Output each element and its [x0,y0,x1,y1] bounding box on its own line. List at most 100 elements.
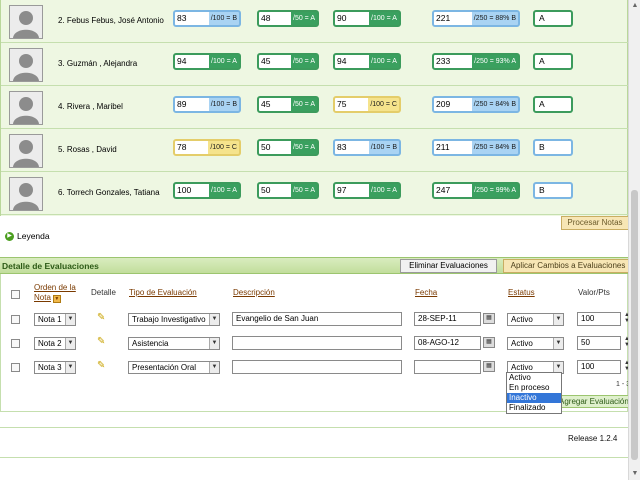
edit-pencil-icon[interactable]: ✎ [97,312,105,323]
grade-input[interactable]: 97 [335,184,369,197]
grade-input[interactable]: 75 [335,98,369,111]
tipo-select[interactable]: Asistencia ▼ [128,337,220,350]
chevron-down-icon[interactable]: ▼ [209,362,219,373]
leyenda-toggle[interactable]: ▶ Leyenda [5,231,50,241]
grade-input[interactable]: 211 [434,141,472,154]
grade-result: /250 = 84% B [473,101,516,108]
calendar-icon[interactable]: ▦ [483,313,495,324]
scroll-up-icon[interactable]: ▲ [629,0,640,12]
student-avatar [9,177,43,211]
grade-input[interactable]: 221 [434,12,472,25]
scrollbar-thumb[interactable] [631,190,638,460]
grade-result: /100 = C [370,101,397,108]
estatus-select[interactable]: Activo ▼ [507,337,564,350]
calendar-icon[interactable]: ▦ [483,361,495,372]
header-tipo[interactable]: Tipo de Evaluación [129,288,197,297]
grade-box: 48/50 = A [257,10,319,27]
header-fecha[interactable]: Fecha [415,288,437,297]
nota-select[interactable]: Nota 3 ▼ [34,361,76,374]
edit-pencil-icon[interactable]: ✎ [97,336,105,347]
estatus-option[interactable]: En proceso [507,383,561,393]
grade-input[interactable]: 48 [259,12,291,25]
descripcion-input[interactable]: Evangelio de San Juan [232,312,402,326]
grade-input[interactable]: 247 [434,184,473,197]
student-avatar [9,91,43,125]
detalle-header: Detalle de Evaluaciones Eliminar Evaluac… [0,257,640,274]
grade-input[interactable]: 45 [259,98,291,111]
header-estatus[interactable]: Estatus [508,288,535,297]
eliminar-evaluaciones-button[interactable]: Eliminar Evaluaciones [400,259,497,273]
final-letter-input[interactable]: B [533,182,573,199]
row-checkbox[interactable] [11,315,20,324]
nota-select[interactable]: Nota 2 ▼ [34,337,76,350]
grade-box: 83/100 = B [173,10,241,27]
grade-box: 45/50 = A [257,96,319,113]
grade-input[interactable]: 50 [259,184,291,197]
release-version: Release 1.2.4 [568,434,618,443]
estatus-option[interactable]: Finalizado [507,403,561,413]
header-valor: Valor/Pts [578,288,610,297]
valor-input[interactable]: 100 [577,360,621,374]
chevron-down-icon[interactable]: ▼ [65,362,75,373]
chevron-down-icon[interactable]: ▼ [553,314,563,325]
descripcion-input[interactable] [232,360,402,374]
grade-box: 233/250 = 93% A [432,53,520,70]
agregar-evaluacion-button[interactable]: Agregar Evaluación [558,395,630,408]
grade-input[interactable]: 90 [335,12,369,25]
row-checkbox[interactable] [11,339,20,348]
chevron-down-icon[interactable]: ▼ [209,314,219,325]
fecha-input[interactable]: 28-SEP-11 [414,312,481,326]
final-letter-input[interactable]: B [533,139,573,156]
grade-input[interactable]: 83 [175,12,209,25]
aplicar-cambios-button[interactable]: Aplicar Cambios a Evaluaciones [503,259,633,273]
nota-select[interactable]: Nota 1 ▼ [34,313,76,326]
descripcion-input[interactable] [232,336,402,350]
grades-panel: 2. Febus Febus, José Antonio 83/100 = B 48… [0,0,629,216]
grade-input[interactable]: 100 [175,184,209,197]
grade-input[interactable]: 89 [175,98,209,111]
grade-input[interactable]: 50 [259,141,291,154]
final-letter-input[interactable]: A [533,96,573,113]
grade-input[interactable]: 94 [335,55,369,68]
chevron-down-icon[interactable]: ▼ [65,338,75,349]
divider [0,457,628,458]
valor-input[interactable]: 100 [577,312,621,326]
student-name: 2. Febus Febus, José Antonio [58,16,164,25]
header-descripcion[interactable]: Descripción [233,288,275,297]
fecha-input[interactable] [414,360,481,374]
grade-result: /250 = 93% A [474,58,516,65]
grade-input[interactable]: 94 [175,55,209,68]
fecha-input[interactable]: 08-AGO-12 [414,336,481,350]
chevron-down-icon[interactable]: ▼ [553,338,563,349]
estatus-option[interactable]: Inactivo [507,393,561,403]
procesar-notas-button[interactable]: Procesar Notas [561,216,629,230]
grade-result: /100 = C [210,144,237,151]
grade-input[interactable]: 209 [434,98,472,111]
select-all-checkbox[interactable] [11,290,20,299]
grade-input[interactable]: 83 [335,141,369,154]
row-checkbox[interactable] [11,363,20,372]
grade-input[interactable]: 78 [175,141,209,154]
estatus-dropdown-list: Activo En proceso Inactivo Finalizado [506,372,562,414]
grade-result: /50 = A [293,15,315,22]
vertical-scrollbar[interactable]: ▲ ▼ [628,0,640,480]
tipo-select[interactable]: Trabajo Investigativo ▼ [128,313,220,326]
valor-input[interactable]: 50 [577,336,621,350]
chevron-down-icon[interactable]: ▼ [65,314,75,325]
header-orden[interactable]: Orden de la [34,283,76,292]
edit-pencil-icon[interactable]: ✎ [97,360,105,371]
estatus-select[interactable]: Activo ▼ [507,313,564,326]
grade-result: /100 = A [211,58,237,65]
grade-input[interactable]: 45 [259,55,291,68]
calendar-icon[interactable]: ▦ [483,337,495,348]
sort-icon[interactable]: ▼ [52,295,61,303]
final-letter-input[interactable]: A [533,10,573,27]
header-nota[interactable]: Nota ▼ [34,293,61,303]
grade-input[interactable]: 233 [434,55,473,68]
chevron-down-icon[interactable]: ▼ [209,338,219,349]
estatus-option[interactable]: Activo [507,373,561,383]
final-letter-input[interactable]: A [533,53,573,70]
grade-box: 97/100 = A [333,182,401,199]
scroll-down-icon[interactable]: ▼ [629,468,640,480]
tipo-select[interactable]: Presentación Oral ▼ [128,361,220,374]
